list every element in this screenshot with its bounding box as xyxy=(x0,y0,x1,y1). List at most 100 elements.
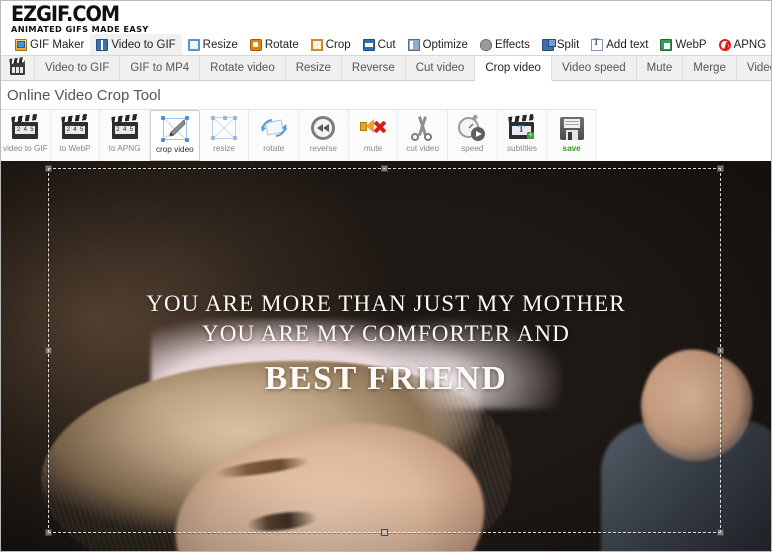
subnav-item-reverse[interactable]: Reverse xyxy=(342,56,406,80)
optimize-icon xyxy=(407,38,420,51)
tool-to-apng[interactable]: 245 to APNG xyxy=(100,110,150,161)
apng-icon xyxy=(718,38,731,51)
nav-item-webp[interactable]: WebP xyxy=(654,34,712,55)
tool-label: resize xyxy=(213,144,235,153)
nav-label: Optimize xyxy=(422,38,468,51)
nav-item-gif-maker[interactable]: GIF Maker xyxy=(9,34,90,55)
nav-label: Video to GIF xyxy=(111,38,176,51)
tool-strip: 245 video to GIF 245 to WebP 245 to APNG xyxy=(1,109,597,161)
tool-label: subtitles xyxy=(506,144,537,153)
tool-label: cut video xyxy=(406,144,440,153)
clapperboard-icon xyxy=(10,61,25,75)
logo-wordmark: EZGIF.COM xyxy=(11,2,120,26)
tool-label: mute xyxy=(363,144,383,153)
speaker-mute-icon xyxy=(358,114,388,142)
nav-item-resize[interactable]: Resize xyxy=(182,34,244,55)
tool-speed[interactable]: speed xyxy=(447,110,498,161)
site-logo[interactable]: EZGIF.COM ANIMATED GIFS MADE EASY xyxy=(1,1,771,35)
nav-item-cut[interactable]: Cut xyxy=(357,34,402,55)
nav-label: Effects xyxy=(494,38,530,51)
tool-label: to APNG xyxy=(108,144,141,153)
tool-label: rotate xyxy=(263,144,285,153)
tool-label: to WebP xyxy=(59,144,91,153)
tool-label: crop video xyxy=(155,145,194,154)
subnav-item-crop-video[interactable]: Crop video xyxy=(475,56,552,81)
crop-handle-s[interactable] xyxy=(381,529,388,536)
floppy-save-icon xyxy=(557,114,587,142)
primary-nav: GIF Maker Video to GIF Resize Rotate Cro… xyxy=(1,34,771,56)
scissors-icon xyxy=(408,114,438,142)
subnav-item-video-to-gif[interactable]: Video to GIF xyxy=(35,56,121,80)
secondary-nav: Video to GIF GIF to MP4 Rotate video Res… xyxy=(1,56,771,81)
subnav-home[interactable] xyxy=(1,56,35,80)
nav-label: Split xyxy=(556,38,580,51)
nav-item-effects[interactable]: Effects xyxy=(474,34,536,55)
subnav-label: Rotate video xyxy=(210,62,275,74)
clapperboard-icon: 245 xyxy=(10,113,40,142)
cut-icon xyxy=(362,38,375,51)
subnav-label: Resize xyxy=(295,62,331,74)
subnav-label: Merge xyxy=(693,62,726,74)
webp-icon xyxy=(660,38,673,51)
tool-save[interactable]: save xyxy=(547,110,597,161)
nav-item-split[interactable]: Split xyxy=(536,34,585,55)
subnav-item-video-to-jpg[interactable]: Video to JPG xyxy=(737,56,771,80)
nav-label: APNG xyxy=(733,38,767,51)
subnav-label: Video to JPG xyxy=(746,62,771,74)
nav-label: Add text xyxy=(606,38,649,51)
tool-subtitles[interactable]: T + subtitles xyxy=(497,110,548,161)
subnav-label: Mute xyxy=(646,62,673,74)
subnav-label: Crop video xyxy=(485,62,541,74)
crop-handle-ne[interactable] xyxy=(717,165,724,172)
tool-rotate[interactable]: rotate xyxy=(249,110,300,161)
resize-icon xyxy=(187,38,200,51)
subnav-item-mute[interactable]: Mute xyxy=(637,56,684,80)
subnav-label: Video to GIF xyxy=(45,62,110,74)
ezgif-page: EZGIF.COM ANIMATED GIFS MADE EASY GIF Ma… xyxy=(0,0,772,552)
tool-video-to-gif[interactable]: 245 video to GIF xyxy=(1,110,51,161)
crop-handle-nw[interactable] xyxy=(45,165,52,172)
crop-handle-n[interactable] xyxy=(381,165,388,172)
nav-label: WebP xyxy=(675,38,707,51)
subnav-item-video-speed[interactable]: Video speed xyxy=(552,56,637,80)
nav-item-video-to-gif[interactable]: Video to GIF xyxy=(90,34,182,55)
page-title-bar: Online Video Crop Tool xyxy=(1,81,771,109)
add-text-icon xyxy=(591,37,604,51)
nav-item-add-text[interactable]: Add text xyxy=(585,34,654,55)
nav-label: Rotate xyxy=(264,38,299,51)
rotate-square-icon xyxy=(259,114,289,142)
subnav-item-rotate-video[interactable]: Rotate video xyxy=(200,56,286,80)
tool-crop-video[interactable]: crop video xyxy=(149,110,200,161)
subnav-item-resize[interactable]: Resize xyxy=(286,56,342,80)
stopwatch-play-icon xyxy=(457,114,487,142)
tool-reverse[interactable]: reverse xyxy=(299,110,349,161)
nav-item-rotate[interactable]: Rotate xyxy=(244,34,305,55)
crop-selection[interactable] xyxy=(45,165,724,536)
nav-item-apng[interactable]: APNG xyxy=(713,34,771,55)
tool-mute[interactable]: mute xyxy=(348,110,399,161)
nav-label: Cut xyxy=(377,38,396,51)
tool-to-webp[interactable]: 245 to WebP xyxy=(50,110,101,161)
crop-handle-se[interactable] xyxy=(717,529,724,536)
video-crop-stage[interactable]: YOU ARE MORE THAN JUST MY MOTHER YOU ARE… xyxy=(1,161,771,551)
tool-label: save xyxy=(562,144,581,153)
subnav-label: Video speed xyxy=(561,62,626,74)
clapperboard-icon: 245 xyxy=(110,113,140,142)
subnav-item-merge[interactable]: Merge xyxy=(683,56,737,80)
crop-icon xyxy=(310,38,323,51)
nav-item-crop[interactable]: Crop xyxy=(305,34,357,55)
tool-cut-video[interactable]: cut video xyxy=(398,110,448,161)
tool-label: video to GIF xyxy=(3,144,48,153)
tool-resize[interactable]: resize xyxy=(199,110,250,161)
subnav-item-gif-to-mp4[interactable]: GIF to MP4 xyxy=(120,56,201,80)
crop-handle-sw[interactable] xyxy=(45,529,52,536)
crop-handle-w[interactable] xyxy=(45,347,52,354)
crop-pen-icon xyxy=(160,115,190,143)
crop-handle-e[interactable] xyxy=(717,347,724,354)
subnav-label: Cut video xyxy=(415,62,465,74)
rotate-icon xyxy=(249,38,262,51)
subnav-item-cut-video[interactable]: Cut video xyxy=(406,56,476,80)
resize-frame-icon xyxy=(209,114,239,142)
nav-item-optimize[interactable]: Optimize xyxy=(402,34,474,55)
rewind-icon xyxy=(308,114,338,142)
